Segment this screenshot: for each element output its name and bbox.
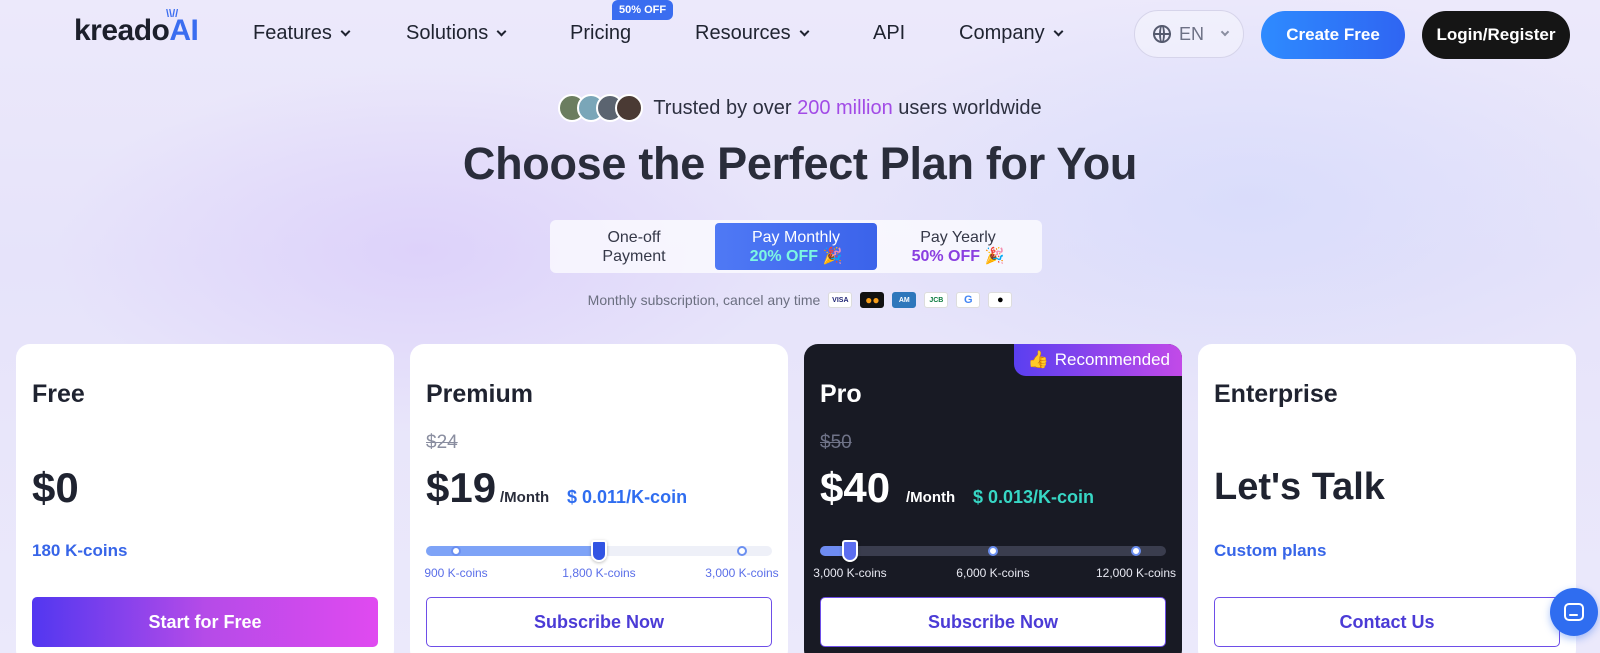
billing-option-yearly[interactable]: Pay Yearly 50% OFF 🎉 <box>877 223 1039 270</box>
chevron-down-icon <box>496 26 507 37</box>
trusted-suffix: users worldwide <box>898 96 1042 119</box>
language-selector[interactable]: EN <box>1134 10 1244 58</box>
plan-price: $0 <box>32 464 79 511</box>
plan-name: Enterprise <box>1214 380 1338 408</box>
chat-icon <box>1564 603 1584 621</box>
start-for-free-button[interactable]: Start for Free <box>32 597 378 647</box>
recommended-badge: 👍 Recommended <box>1013 344 1182 376</box>
slider-tick-label: 900 K-coins <box>424 566 488 580</box>
billing-option-one-off[interactable]: One-off Payment <box>553 223 715 270</box>
jcb-icon: JCB <box>924 292 949 308</box>
plan-card-enterprise: Enterprise Let's Talk Custom plans Conta… <box>1198 344 1576 653</box>
plan-old-price: $50 <box>820 432 852 453</box>
billing-option-label: Pay Monthly <box>751 228 841 246</box>
subscribe-pro-button[interactable]: Subscribe Now <box>820 597 1166 647</box>
nav-features[interactable]: Features <box>253 22 351 45</box>
plan-card-pro: 👍 Recommended Pro $50 $40 /Month $ 0.013… <box>804 344 1182 653</box>
nav-label: Pricing <box>570 22 632 44</box>
amex-icon: AM <box>892 292 917 308</box>
plan-unit: /Month <box>906 489 956 506</box>
billing-option-monthly[interactable]: Pay Monthly 20% OFF 🎉 <box>715 223 877 270</box>
plan-price: $40 <box>820 464 891 511</box>
slider-stop[interactable] <box>988 546 998 556</box>
login-register-button[interactable]: Login/Register <box>1422 11 1570 59</box>
chevron-down-icon <box>340 26 351 37</box>
plan-unit: /Month <box>500 489 550 506</box>
slider-tick-label: 12,000 K-coins <box>1095 566 1177 580</box>
trusted-highlight: 200 million <box>797 96 893 119</box>
page-title: Choose the Perfect Plan for You <box>462 138 1138 189</box>
billing-option-label: One-off <box>607 228 661 246</box>
nav-company[interactable]: Company <box>959 22 1064 45</box>
apple-pay-icon: ● <box>988 292 1013 308</box>
trusted-line: Trusted by over 200 million users worldw… <box>0 94 1600 122</box>
nav-pricing[interactable]: Pricing <box>570 22 631 45</box>
slider-tick-label: 3,000 K-coins <box>705 566 779 580</box>
nav-api[interactable]: API <box>873 22 905 45</box>
coins-slider[interactable]: 3,000 K-coins 6,000 K-coins 12,000 K-coi… <box>813 540 1176 586</box>
nav-label: Resources <box>695 22 791 44</box>
plan-old-price: $24 <box>426 432 458 453</box>
logo-spark-icon: \\// <box>166 8 179 20</box>
subscription-note: Monthly subscription, cancel any time VI… <box>0 292 1600 308</box>
recommended-label: Recommended <box>1054 350 1170 369</box>
slider-thumb[interactable] <box>591 540 607 562</box>
plan-coins: 180 K-coins <box>32 541 128 560</box>
plan-card-premium: Premium $24 $19 /Month $ 0.011/K-coin 90… <box>410 344 788 653</box>
slider-thumb[interactable] <box>842 540 858 562</box>
party-icon: 🎉 <box>822 247 843 265</box>
plan-rate: $ 0.013/K-coin <box>973 487 1095 507</box>
chevron-down-icon <box>799 26 810 37</box>
chat-widget-button[interactable] <box>1550 588 1598 636</box>
billing-option-discount: 20% OFF <box>749 247 819 265</box>
chevron-down-icon <box>1053 26 1064 37</box>
coins-slider[interactable]: 900 K-coins 1,800 K-coins 3,000 K-coins <box>424 540 779 586</box>
billing-toggle: One-off Payment Pay Monthly 20% OFF 🎉 Pa… <box>550 220 1042 273</box>
chevron-down-icon <box>1220 27 1230 37</box>
avatar <box>615 94 644 122</box>
subscribe-premium-button[interactable]: Subscribe Now <box>426 597 772 647</box>
plan-rate: $ 0.011/K-coin <box>567 487 688 507</box>
plan-price: $19 <box>426 464 497 511</box>
user-avatars <box>558 94 644 122</box>
slider-tick-label: 3,000 K-coins <box>813 566 887 580</box>
plan-coins: Custom plans <box>1214 541 1327 560</box>
party-icon: 🎉 <box>984 247 1005 265</box>
nav-label: Solutions <box>406 22 489 44</box>
slider-tick-label: 1,800 K-coins <box>562 566 636 580</box>
nav-label: Features <box>253 22 332 44</box>
thumbs-up-icon: 👍 <box>1027 350 1049 369</box>
create-free-button[interactable]: Create Free <box>1261 11 1405 59</box>
visa-icon: VISA <box>828 292 853 308</box>
logo[interactable]: kreadoAI \\// <box>74 8 199 48</box>
trusted-prefix: Trusted by over <box>653 96 792 119</box>
plan-name: Free <box>32 380 85 408</box>
billing-option-discount: 50% OFF <box>911 247 981 265</box>
globe-icon <box>1153 25 1171 43</box>
nav-label: Company <box>959 22 1045 44</box>
plan-price: Let's Talk <box>1214 466 1385 508</box>
slider-stop[interactable] <box>1131 546 1141 556</box>
nav-resources[interactable]: Resources <box>695 22 810 45</box>
language-label: EN <box>1179 23 1205 44</box>
slider-stop[interactable] <box>451 546 461 556</box>
logo-text: kreado <box>74 14 170 47</box>
subscription-note-text: Monthly subscription, cancel any time <box>587 292 821 308</box>
billing-option-label: Pay Yearly <box>920 228 996 246</box>
billing-option-sublabel: Payment <box>602 247 666 265</box>
google-pay-icon: G <box>956 292 981 308</box>
mastercard-icon: ●● <box>860 292 885 308</box>
slider-stop[interactable] <box>737 546 747 556</box>
top-navigation: kreadoAI \\// Features Solutions 50% OFF… <box>0 0 1600 70</box>
plan-card-free: Free $0 180 K-coins Start for Free <box>16 344 394 653</box>
nav-solutions[interactable]: Solutions <box>406 22 507 45</box>
plan-name: Premium <box>426 380 533 408</box>
contact-us-button[interactable]: Contact Us <box>1214 597 1560 647</box>
nav-label: API <box>873 22 906 44</box>
pricing-discount-badge: 50% OFF <box>612 0 674 20</box>
slider-tick-label: 6,000 K-coins <box>956 566 1030 580</box>
plan-name: Pro <box>820 380 862 408</box>
